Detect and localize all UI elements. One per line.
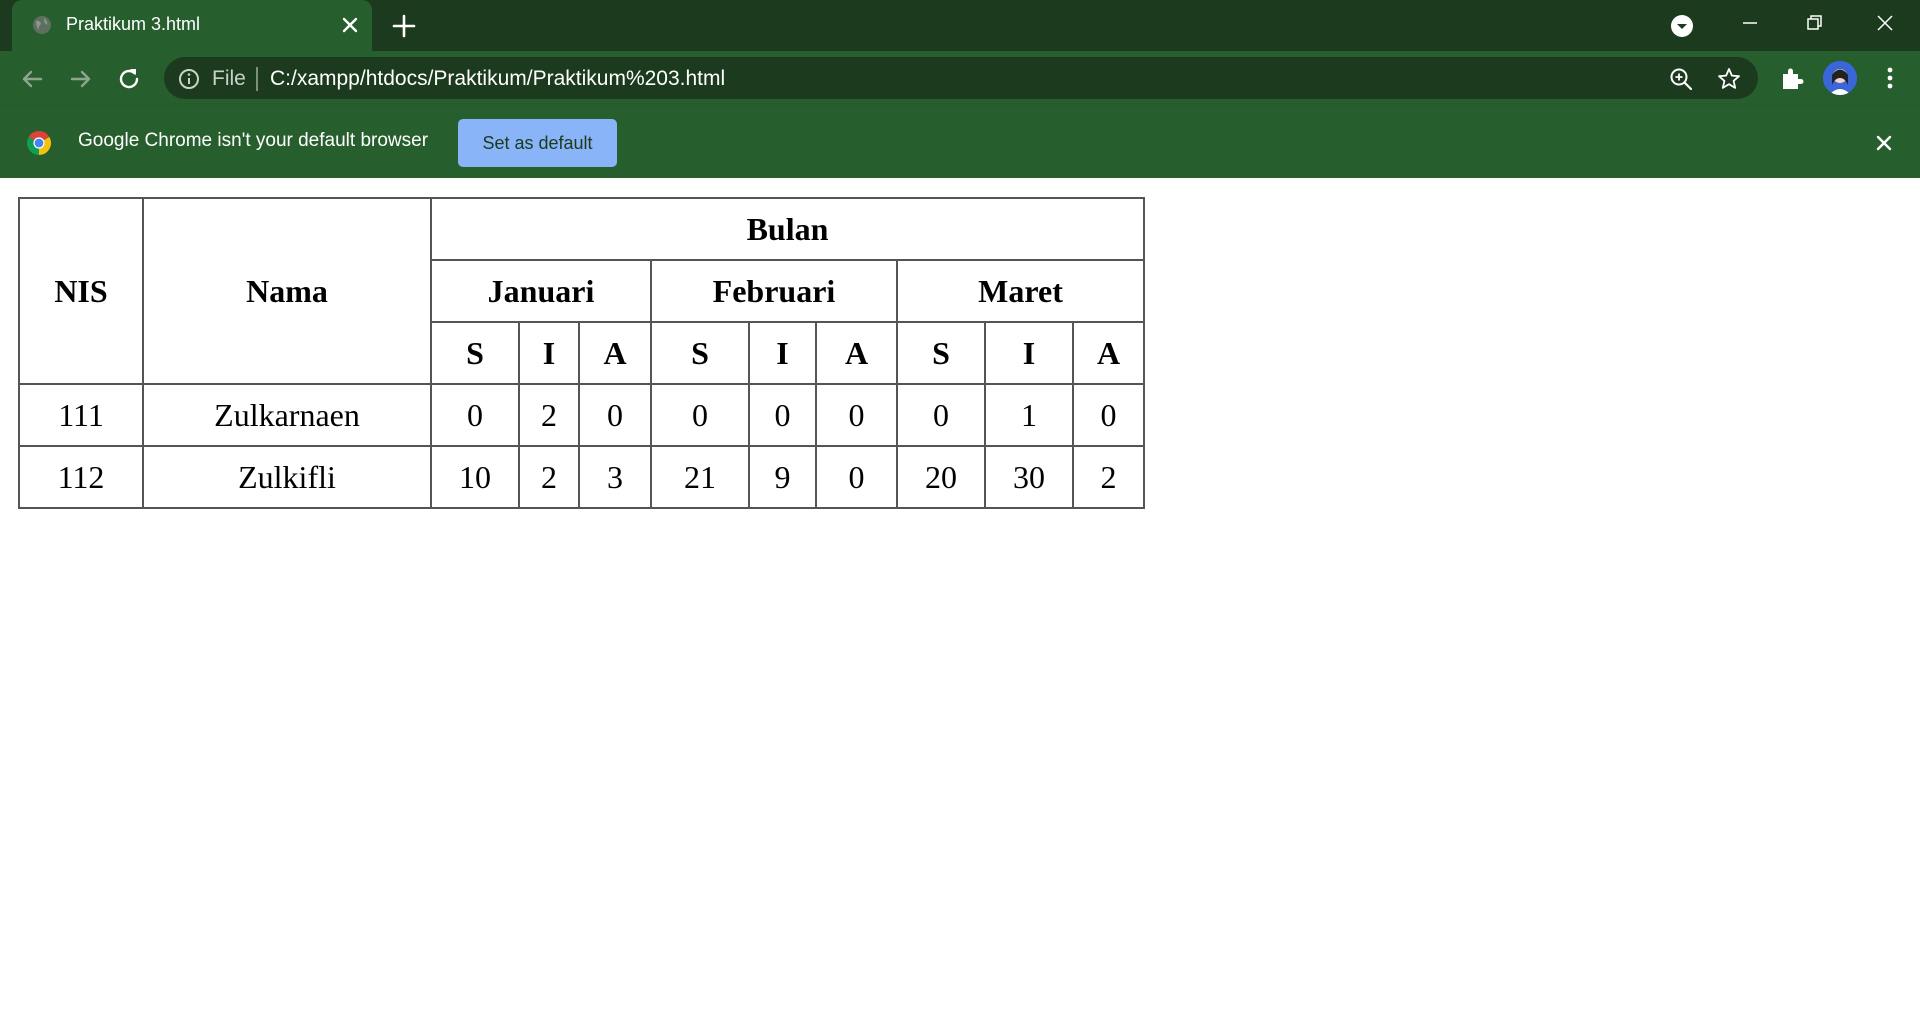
cell-nis: 112 (18, 445, 144, 509)
header-sub-a: A (1072, 321, 1145, 385)
cell-value: 0 (815, 445, 898, 509)
browser-toolbar: File C:/xampp/htdocs/Praktikum/Praktikum… (0, 51, 1920, 105)
url-text[interactable]: C:/xampp/htdocs/Praktikum/Praktikum%203.… (270, 67, 725, 91)
header-bulan: Bulan (430, 197, 1145, 261)
bookmark-star-icon[interactable] (1716, 66, 1742, 92)
cell-value: 0 (650, 383, 750, 447)
browser-title-bar: Praktikum 3.html (0, 0, 1920, 51)
header-nama: Nama (142, 197, 432, 385)
profile-avatar[interactable] (1823, 61, 1857, 95)
cell-nama: Zulkarnaen (142, 383, 432, 447)
close-tab-icon[interactable] (338, 13, 362, 37)
scheme-label: File (212, 67, 246, 90)
cell-value: 0 (430, 383, 520, 447)
profile-avatar-icon (1823, 61, 1857, 95)
chrome-logo-icon (26, 130, 52, 155)
zoom-icon[interactable] (1668, 66, 1694, 92)
new-tab-icon[interactable] (390, 12, 418, 40)
address-divider (256, 67, 258, 91)
browser-tab[interactable]: Praktikum 3.html (12, 0, 372, 51)
table-row: 111 Zulkarnaen 0 2 0 0 0 0 0 1 0 (18, 383, 1145, 447)
window-close-icon[interactable] (1870, 8, 1900, 38)
default-browser-infobar: Google Chrome isn't your default browser… (0, 105, 1920, 178)
header-row-1: NIS Nama Bulan (18, 197, 1145, 385)
extensions-puzzle-icon[interactable] (1778, 64, 1806, 92)
infobar-message: Google Chrome isn't your default browser (78, 130, 429, 151)
header-sub-a: A (578, 321, 652, 385)
cell-value: 0 (896, 383, 986, 447)
header-month-januari: Januari (430, 259, 652, 323)
header-month-maret: Maret (896, 259, 1145, 323)
header-sub-s: S (430, 321, 520, 385)
address-bar[interactable]: File C:/xampp/htdocs/Praktikum/Praktikum… (164, 57, 1758, 99)
page-content: NIS Nama Bulan Januari Februari Maret S … (0, 178, 1920, 1020)
cell-value: 0 (578, 383, 652, 447)
cell-value: 2 (1072, 445, 1145, 509)
cell-value: 10 (430, 445, 520, 509)
cell-nis: 111 (18, 383, 144, 447)
header-sub-s: S (650, 321, 750, 385)
cell-value: 2 (518, 383, 580, 447)
cell-value: 3 (578, 445, 652, 509)
globe-icon (33, 16, 51, 34)
table-row: 112 Zulkifli 10 2 3 21 9 0 20 30 2 (18, 445, 1145, 509)
cell-value: 9 (748, 445, 817, 509)
back-arrow-icon[interactable] (17, 64, 47, 94)
close-infobar-icon[interactable] (1872, 131, 1896, 155)
cell-nama: Zulkifli (142, 445, 432, 509)
header-sub-i: I (518, 321, 580, 385)
minimize-icon[interactable] (1735, 8, 1765, 38)
cell-value: 0 (1072, 383, 1145, 447)
reload-icon[interactable] (114, 64, 144, 94)
restore-icon[interactable] (1800, 8, 1830, 38)
forward-arrow-icon[interactable] (66, 64, 96, 94)
attendance-table: NIS Nama Bulan Januari Februari Maret S … (18, 197, 1145, 509)
cell-value: 0 (815, 383, 898, 447)
cell-value: 0 (748, 383, 817, 447)
cell-value: 20 (896, 445, 986, 509)
header-sub-s: S (896, 321, 986, 385)
kebab-menu-icon[interactable] (1876, 64, 1904, 92)
cell-value: 30 (984, 445, 1074, 509)
cell-value: 21 (650, 445, 750, 509)
cell-value: 1 (984, 383, 1074, 447)
info-icon[interactable] (178, 68, 200, 90)
header-sub-i: I (984, 321, 1074, 385)
tab-search-icon[interactable] (1668, 12, 1696, 40)
header-nis: NIS (18, 197, 144, 385)
set-as-default-button[interactable]: Set as default (458, 119, 617, 167)
tab-title: Praktikum 3.html (66, 14, 201, 34)
header-sub-a: A (815, 321, 898, 385)
header-sub-i: I (748, 321, 817, 385)
cell-value: 2 (518, 445, 580, 509)
header-month-februari: Februari (650, 259, 898, 323)
